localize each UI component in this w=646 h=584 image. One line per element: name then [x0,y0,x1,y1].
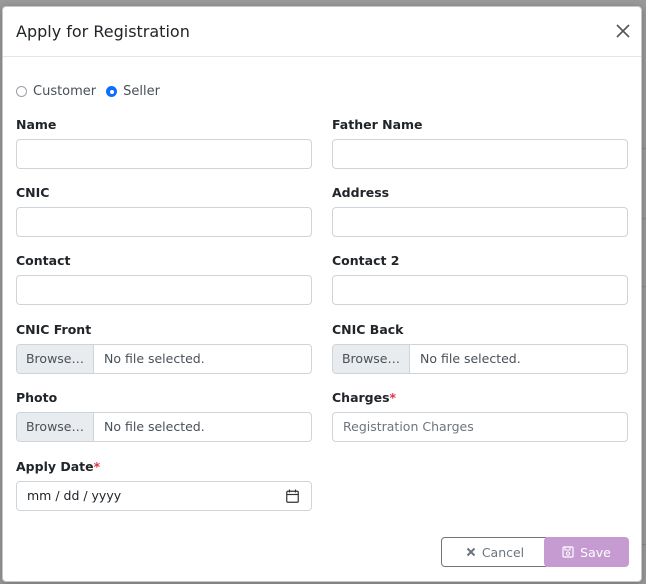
cnic-back-browse-button[interactable]: Browse… [333,345,410,373]
apply-date-input[interactable]: mm / dd / yyyy [16,481,312,511]
address-input[interactable] [332,207,628,237]
seller-radio[interactable] [106,86,118,97]
charges-label: Charges* [332,390,397,405]
close-icon[interactable] [615,23,631,39]
contact2-input[interactable] [332,275,628,305]
name-label: Name [16,117,57,132]
apply-date-placeholder: mm / dd / yyyy [27,488,122,503]
save-button-label: Save [580,544,611,560]
modal-header: Apply for Registration [3,7,641,57]
father-name-input[interactable] [332,139,628,169]
registration-type-group: Customer Seller [16,84,164,99]
address-label: Address [332,185,390,200]
photo-file-status: No file selected. [104,419,205,434]
save-button[interactable]: Save [544,537,629,567]
photo-browse-button[interactable]: Browse… [17,413,94,441]
contact-input[interactable] [16,275,312,305]
calendar-icon[interactable] [286,489,299,503]
cnic-back-file-input[interactable]: Browse… No file selected. [332,344,628,374]
father-name-label: Father Name [332,117,423,132]
cancel-button-label: Cancel [481,544,525,560]
customer-radio-label[interactable]: Customer [33,84,96,99]
apply-date-required-mark: * [93,459,101,474]
charges-input[interactable]: Registration Charges [332,412,628,442]
charges-placeholder: Registration Charges [343,419,474,434]
name-input[interactable] [16,139,312,169]
customer-radio[interactable] [16,86,27,97]
photo-label: Photo [16,390,58,405]
cnic-front-file-status: No file selected. [104,351,205,366]
cancel-button[interactable]: Cancel [441,537,549,567]
charges-required-mark: * [389,390,397,405]
modal-title: Apply for Registration [16,22,190,41]
floppy-disk-icon [562,546,574,558]
cnic-back-label: CNIC Back [332,322,404,337]
times-icon [466,547,476,557]
apply-date-label: Apply Date* [16,459,101,474]
seller-radio-label[interactable]: Seller [123,84,160,99]
cnic-front-file-input[interactable]: Browse… No file selected. [16,344,312,374]
registration-modal: Apply for Registration Customer Seller N… [2,6,642,582]
contact2-label: Contact 2 [332,253,400,268]
cnic-label: CNIC [16,185,50,200]
contact-label: Contact [16,253,71,268]
cnic-input[interactable] [16,207,312,237]
cnic-back-file-status: No file selected. [420,351,521,366]
photo-file-input[interactable]: Browse… No file selected. [16,412,312,442]
cnic-front-browse-button[interactable]: Browse… [17,345,94,373]
cnic-front-label: CNIC Front [16,322,92,337]
